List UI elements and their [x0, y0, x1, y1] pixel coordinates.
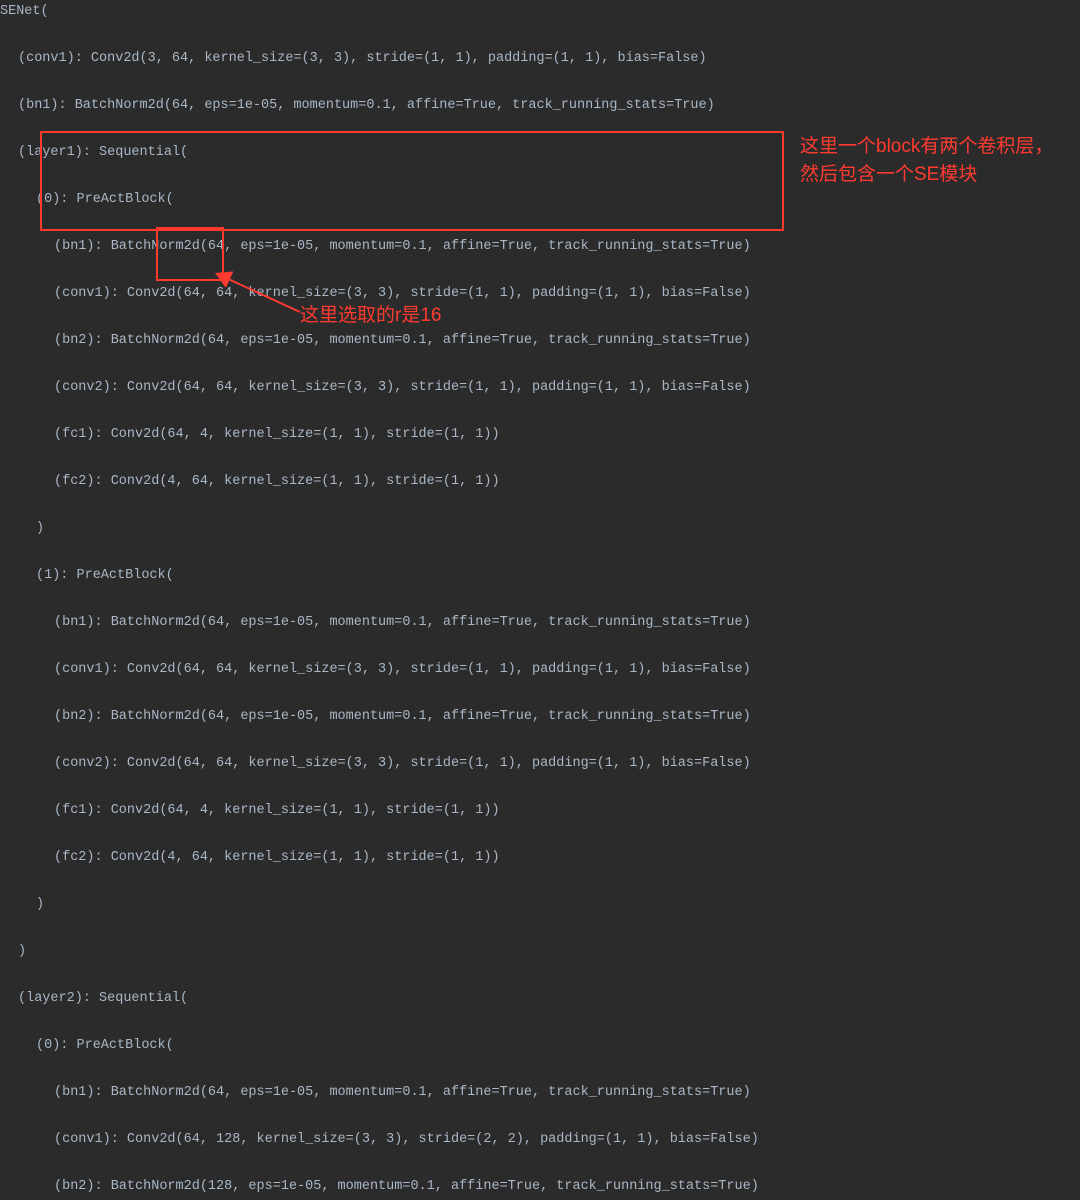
highlight-box-block-convs [40, 131, 784, 231]
code-line: (conv1): Conv2d(64, 64, kernel_size=(3, … [0, 658, 759, 682]
annotation-mid: 这里选取的r是16 [300, 302, 441, 330]
annotation-right: 这里一个block有两个卷积层，然后包含一个SE模块 [800, 133, 1060, 189]
code-line: (conv1): Conv2d(3, 64, kernel_size=(3, 3… [0, 47, 759, 71]
code-line: (bn2): BatchNorm2d(64, eps=1e-05, moment… [0, 705, 759, 729]
code-line: (conv2): Conv2d(64, 64, kernel_size=(3, … [0, 376, 759, 400]
code-line: ) [0, 893, 759, 917]
highlight-box-fc-ratio [156, 227, 224, 281]
code-line: ) [0, 940, 759, 964]
code-line: (bn1): BatchNorm2d(64, eps=1e-05, moment… [0, 94, 759, 118]
arrow-icon [220, 272, 310, 322]
code-line: (bn1): BatchNorm2d(64, eps=1e-05, moment… [0, 1081, 759, 1105]
code-line: (layer2): Sequential( [0, 987, 759, 1011]
code-line: ) [0, 517, 759, 541]
code-line: (conv1): Conv2d(64, 128, kernel_size=(3,… [0, 1128, 759, 1152]
code-line: (bn1): BatchNorm2d(64, eps=1e-05, moment… [0, 611, 759, 635]
code-line: (0): PreActBlock( [0, 1034, 759, 1058]
code-line: (fc1): Conv2d(64, 4, kernel_size=(1, 1),… [0, 799, 759, 823]
code-line: SENet( [0, 0, 759, 24]
code-line: (bn2): BatchNorm2d(64, eps=1e-05, moment… [0, 329, 759, 353]
code-line: (1): PreActBlock( [0, 564, 759, 588]
code-line: (fc2): Conv2d(4, 64, kernel_size=(1, 1),… [0, 470, 759, 494]
code-line: (bn2): BatchNorm2d(128, eps=1e-05, momen… [0, 1175, 759, 1199]
code-line: (fc2): Conv2d(4, 64, kernel_size=(1, 1),… [0, 846, 759, 870]
code-line: (bn1): BatchNorm2d(64, eps=1e-05, moment… [0, 235, 759, 259]
code-line: (fc1): Conv2d(64, 4, kernel_size=(1, 1),… [0, 423, 759, 447]
code-line: (conv2): Conv2d(64, 64, kernel_size=(3, … [0, 752, 759, 776]
